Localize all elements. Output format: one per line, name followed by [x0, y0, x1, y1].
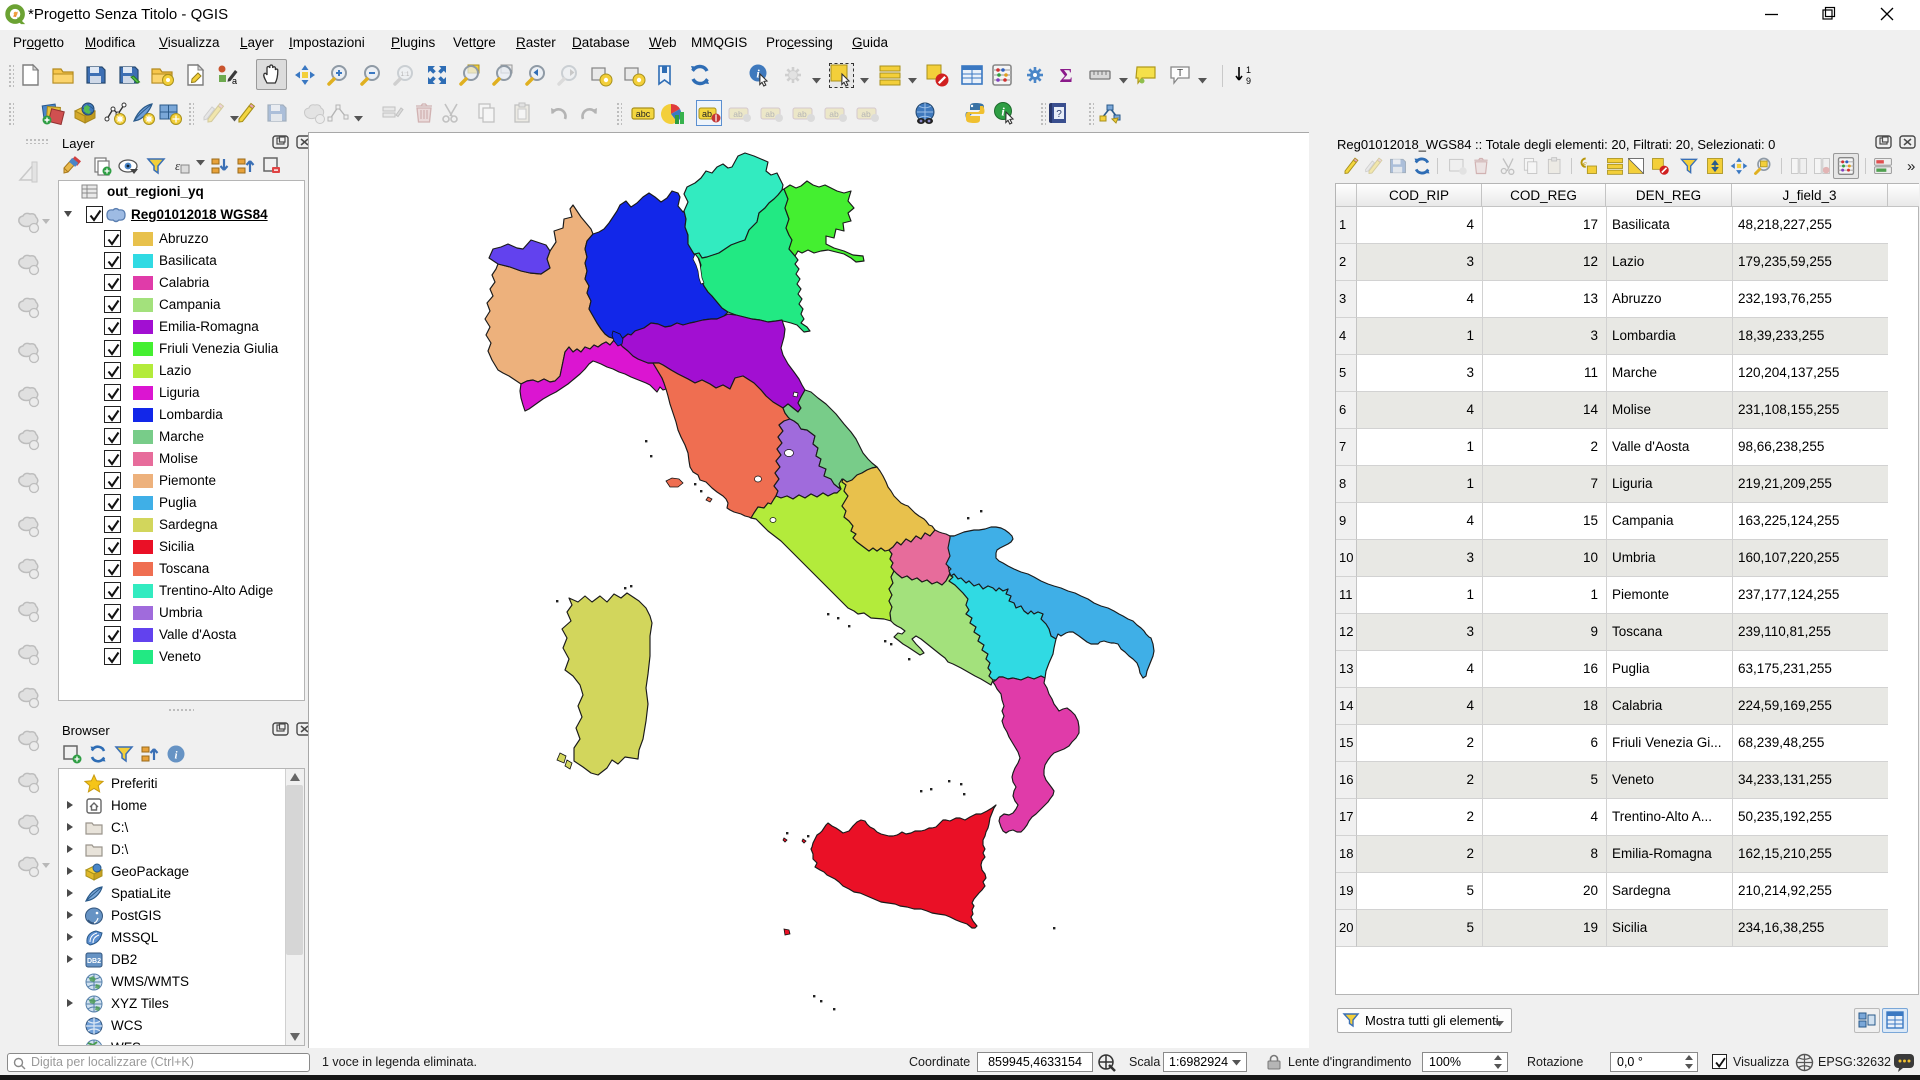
svg-text:abc: abc — [636, 109, 651, 119]
svg-text:ab: ab — [861, 109, 871, 119]
svg-text:ab: ab — [829, 109, 839, 119]
svg-text:Σ: Σ — [1059, 65, 1072, 87]
svg-text:ab: ab — [733, 109, 743, 119]
svg-text:ab: ab — [702, 109, 712, 119]
svg-text:1: 1 — [1246, 65, 1251, 75]
svg-text:T: T — [1177, 68, 1183, 79]
svg-text:ε: ε — [1582, 159, 1587, 171]
svg-text:DB2: DB2 — [87, 958, 101, 965]
svg-text:1:1: 1:1 — [400, 71, 409, 78]
svg-text:?: ? — [1056, 109, 1062, 120]
svg-text:a: a — [232, 76, 237, 86]
svg-text:ab: ab — [797, 109, 807, 119]
svg-text:ε: ε — [175, 158, 181, 173]
svg-text:9: 9 — [1246, 76, 1251, 86]
svg-text:ab: ab — [765, 109, 775, 119]
